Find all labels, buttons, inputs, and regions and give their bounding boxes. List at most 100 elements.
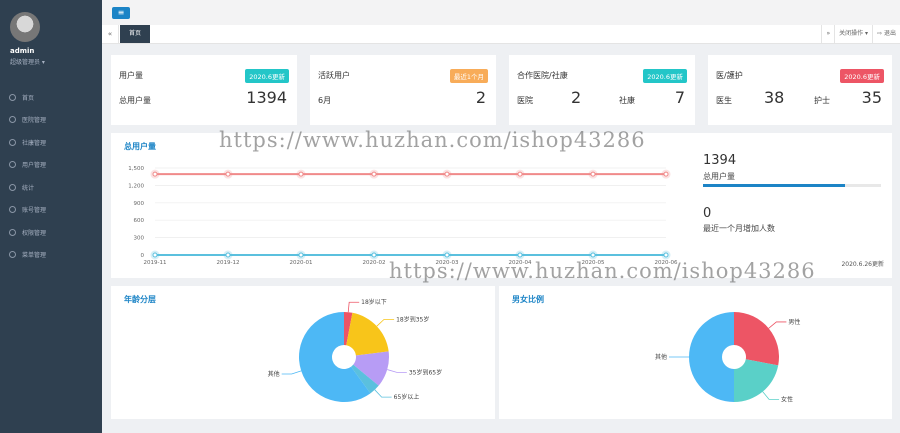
label-leader: [762, 391, 780, 400]
card-label: 6月: [318, 96, 332, 105]
data-point: [152, 171, 158, 177]
user-line-chart: 0 300 600 900 1,200 1,500 2019-11 2019-12 2020-0…: [128, 166, 678, 266]
sidebar-item-label: 权限管理: [22, 229, 47, 237]
data-point: [371, 171, 377, 177]
data-point: [298, 171, 304, 177]
card-label: 护士: [814, 96, 830, 105]
age-panel: 年龄分层 18岁以下 18岁到35岁 35岁到65岁 65岁以上 其他: [111, 286, 495, 419]
card-label: 医院: [517, 96, 533, 105]
sidebar-item-label: 账号管理: [22, 207, 47, 215]
lock-icon: [9, 228, 16, 236]
card-label: 社康: [619, 96, 635, 105]
card-doctors-nurses: 医/護护 2020.6更新 医生 38 护士 35: [708, 55, 892, 125]
y-tick-label: 1,200: [128, 183, 144, 189]
pie-slice-1: [734, 359, 779, 402]
tab-home[interactable]: 首页: [120, 25, 151, 43]
sidebar-item-menus[interactable]: 菜单管理: [0, 244, 102, 267]
data-point: [298, 252, 304, 258]
gender-pie-chart: 男性女性 其他: [655, 312, 800, 403]
label-leader: [347, 301, 360, 313]
slice-label: 其他: [655, 353, 667, 361]
sidebar-item-permissions[interactable]: 权限管理: [0, 221, 102, 244]
card-label: 医生: [716, 96, 732, 105]
label-leader: [281, 370, 302, 375]
data-point: [663, 171, 669, 177]
sidebar-menu: 首页 医院管理 社康管理 用户管理 统计 账号管理 权限管理 菜单管理: [0, 86, 102, 266]
avatar[interactable]: [10, 12, 40, 42]
card-active-users: 活跃用户 最近1个月 6月 2: [310, 55, 496, 125]
slice-label: 女性: [781, 395, 793, 403]
account-icon: [9, 206, 16, 214]
status-badge: 2020.6更新: [840, 69, 884, 83]
gender-panel: 男女比例 男性 女性 其他: [499, 286, 892, 419]
card-value: 1394: [246, 88, 287, 107]
card-title: 合作医院/社康: [517, 71, 568, 80]
slice-label: 35岁到65岁: [409, 368, 442, 376]
data-point: [517, 252, 523, 258]
data-point: [590, 171, 596, 177]
data-point: [590, 252, 596, 258]
sidebar-item-label: 菜单管理: [22, 252, 47, 260]
total-users-label: 总用户量: [703, 172, 735, 181]
y-tick-label: 0: [141, 253, 145, 259]
sidebar-item-users[interactable]: 用户管理: [0, 154, 102, 177]
menu-icon: [9, 251, 16, 259]
sidebar-item-accounts[interactable]: 账号管理: [0, 199, 102, 222]
x-tick-label: 2020-01: [290, 260, 313, 266]
age-pie-chart: 18岁以下 18岁到35岁 35岁到65岁 65岁以上 其他: [268, 298, 442, 402]
label-leader: [374, 389, 392, 398]
status-badge: 2020.6更新: [245, 69, 289, 83]
x-tick-label: 2019-12: [217, 260, 240, 266]
data-point: [371, 252, 377, 258]
menu-toggle-button[interactable]: ≡: [112, 7, 130, 19]
pie-slice-1: [346, 312, 389, 356]
close-ops-dropdown[interactable]: 关闭操作 ▾: [834, 25, 872, 43]
tabs-next-button[interactable]: »: [821, 25, 834, 43]
tabs-prev-button[interactable]: «: [102, 25, 119, 43]
home-icon: [9, 93, 16, 101]
progress-fill: [703, 184, 846, 187]
user-icon: [9, 161, 16, 169]
sidebar-item-hospital[interactable]: 医院管理: [0, 109, 102, 132]
total-users-value: 1394: [703, 153, 737, 168]
growth-label: 最近一个月增加人数: [703, 224, 775, 233]
y-tick-label: 600: [134, 218, 145, 224]
card-title: 用户量: [119, 71, 143, 80]
growth-value: 0: [703, 206, 712, 221]
y-tick-label: 1,500: [128, 166, 144, 172]
community-icon: [9, 138, 16, 146]
tabs-actions: » 关闭操作 ▾ ⇨ 退出: [821, 25, 900, 43]
card-value: 2: [571, 88, 582, 107]
slice-label: 其他: [268, 370, 280, 378]
x-tick-label: 2020-02: [363, 260, 386, 266]
user-role-dropdown[interactable]: 超级管理员 ▾: [10, 57, 45, 66]
slice-label: 18岁以下: [361, 298, 387, 306]
y-tick-label: 900: [134, 201, 145, 207]
slice-label: 18岁到35岁: [396, 315, 429, 323]
label-leader: [376, 318, 395, 327]
card-hospitals: 合作医院/社康 2020.6更新 医院 2 社康 7: [509, 55, 695, 125]
sidebar-item-home[interactable]: 首页: [0, 86, 102, 109]
label-leader: [768, 321, 787, 329]
data-point: [225, 252, 231, 258]
hospital-icon: [9, 116, 16, 124]
exit-button[interactable]: ⇨ 退出: [872, 25, 900, 43]
username: admin: [10, 47, 35, 55]
pie-slice-0: [734, 312, 779, 366]
sidebar-item-label: 首页: [22, 94, 35, 102]
data-point: [225, 171, 231, 177]
total-users-progress: [703, 184, 881, 187]
update-note: 2020.6.26更新: [841, 261, 884, 268]
card-title: 医/護护: [716, 71, 743, 80]
data-point: [517, 171, 523, 177]
card-label: 总用户量: [119, 96, 151, 105]
x-tick-label: 2019-11: [144, 260, 167, 266]
sidebar-item-stats[interactable]: 统计: [0, 176, 102, 199]
data-point: [444, 252, 450, 258]
user-chart-panel: 总用户量 0 300 600 900 1,200 1,500 2019-11 2019-12 2…: [111, 133, 892, 278]
sidebar-item-label: 医院管理: [22, 117, 47, 125]
sidebar-item-community[interactable]: 社康管理: [0, 131, 102, 154]
tabs-bar: « 首页 » 关闭操作 ▾ ⇨ 退出: [102, 25, 900, 44]
sidebar-item-label: 用户管理: [22, 162, 47, 170]
status-badge: 2020.6更新: [643, 69, 687, 83]
